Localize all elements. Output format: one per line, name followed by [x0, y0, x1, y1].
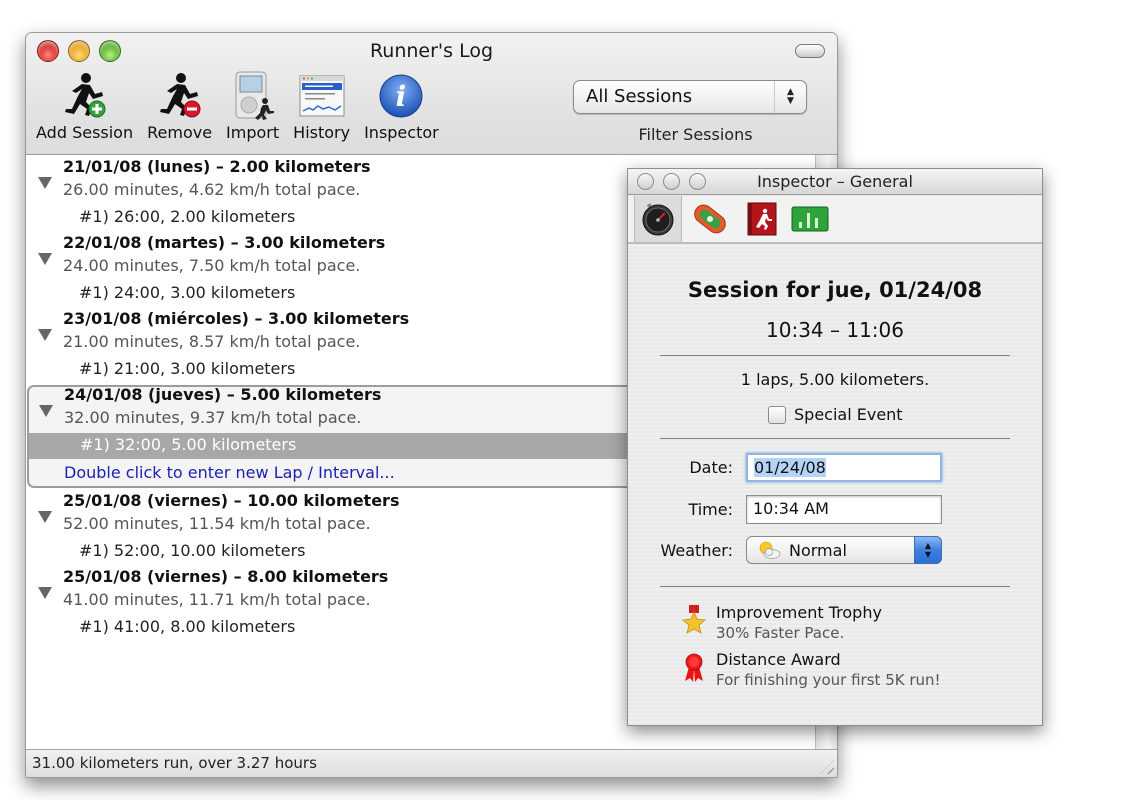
window-titlebar: Runner's Log Add Session Remove Import H…	[26, 33, 837, 155]
session-title: 25/01/08 (viernes) – 10.00 kilometers	[63, 491, 400, 510]
disclosure-triangle-icon[interactable]	[38, 253, 52, 265]
tab-log[interactable]	[738, 196, 786, 242]
lap-row[interactable]: #1) 21:00, 3.00 kilometers	[79, 359, 295, 385]
weather-popup[interactable]: Normal ▲ ▼	[746, 536, 942, 564]
weather-row: Weather: Normal ▲ ▼	[628, 536, 1042, 566]
divider	[660, 438, 1010, 439]
session-summary: 21.00 minutes, 8.57 km/h total pace.	[63, 332, 361, 351]
disclosure-triangle-icon[interactable]	[39, 405, 53, 417]
bar-chart-icon	[791, 206, 829, 232]
session-heading: Session for jue, 01/24/08	[687, 278, 983, 302]
disclosure-triangle-icon[interactable]	[38, 511, 52, 523]
session-title: 21/01/08 (lunes) – 2.00 kilometers	[63, 157, 371, 176]
session-title: 24/01/08 (jueves) – 5.00 kilometers	[64, 385, 382, 404]
award-description: For finishing your first 5K run!	[716, 671, 941, 689]
inspector-button[interactable]: i Inspector	[364, 71, 439, 142]
remove-label: Remove	[147, 123, 213, 142]
session-summary: 41.00 minutes, 11.71 km/h total pace.	[63, 590, 371, 609]
session-time-range: 10:34 – 11:06	[766, 318, 904, 342]
filter-sessions-label: Filter Sessions	[638, 125, 753, 144]
add-session-label: Add Session	[36, 123, 134, 142]
inspector-label: Inspector	[364, 123, 439, 142]
date-label: Date:	[689, 458, 733, 477]
session-summary: 52.00 minutes, 11.54 km/h total pace.	[63, 514, 371, 533]
special-event-checkbox[interactable]: Special Event	[768, 405, 903, 424]
inspector-panel: Inspector – General Session for jue, 01/…	[627, 168, 1043, 726]
lap-row[interactable]: #1) 26:00, 2.00 kilometers	[79, 207, 295, 233]
inspector-title: Inspector – General	[757, 172, 913, 191]
session-title: 23/01/08 (miércoles) – 3.00 kilometers	[63, 309, 410, 328]
session-summary: 32.00 minutes, 9.37 km/h total pace.	[64, 408, 362, 427]
award-description: 30% Faster Pace.	[716, 624, 845, 642]
add-session-button[interactable]: Add Session	[36, 71, 133, 142]
award-title: Improvement Trophy	[716, 603, 882, 622]
history-label: History	[293, 123, 351, 142]
add-lap-hint[interactable]: Double click to enter new Lap / Interval…	[64, 463, 395, 482]
import-button[interactable]: Import	[226, 71, 279, 142]
inspector-titlebar: Inspector – General	[628, 169, 1042, 195]
disclosure-triangle-icon[interactable]	[38, 587, 52, 599]
weather-label: Weather:	[660, 541, 733, 560]
runner-book-icon	[747, 202, 777, 236]
resize-grip-icon[interactable]	[820, 760, 834, 774]
history-window-icon	[298, 71, 346, 121]
award-item: Improvement Trophy 30% Faster Pace.	[680, 603, 882, 643]
special-event-label: Special Event	[794, 405, 903, 424]
time-label: Time:	[688, 500, 733, 519]
inspector-tabbar	[628, 196, 1042, 244]
weather-value: Normal	[789, 541, 847, 560]
disclosure-triangle-icon[interactable]	[38, 177, 52, 189]
session-title: 25/01/08 (viernes) – 8.00 kilometers	[63, 567, 389, 586]
divider	[660, 586, 1010, 587]
window-title: Runner's Log	[369, 40, 494, 62]
date-value: 01/24/08	[754, 458, 826, 477]
filter-selected-value: All Sessions	[586, 86, 693, 107]
partly-sunny-icon	[759, 541, 781, 559]
status-text: 31.00 kilometers run, over 3.27 hours	[32, 754, 317, 772]
svg-text:i: i	[396, 80, 407, 113]
date-field[interactable]: 01/24/08	[746, 453, 942, 482]
filter-sessions-popup[interactable]: All Sessions ▲ ▼	[573, 80, 807, 114]
import-label: Import	[226, 123, 280, 142]
status-bar: 31.00 kilometers run, over 3.27 hours	[26, 749, 837, 777]
disclosure-triangle-icon[interactable]	[38, 329, 52, 341]
laps-summary: 1 laps, 5.00 kilometers.	[740, 370, 930, 389]
date-row: Date: 01/24/08	[628, 453, 1042, 483]
lap-row[interactable]: #1) 24:00, 3.00 kilometers	[79, 283, 295, 309]
session-summary: 26.00 minutes, 4.62 km/h total pace.	[63, 180, 361, 199]
track-icon	[694, 204, 726, 234]
lap-row[interactable]: #1) 41:00, 8.00 kilometers	[79, 617, 295, 643]
star-trophy-icon	[680, 603, 708, 637]
updown-arrows-icon: ▲ ▼	[774, 81, 806, 113]
history-button[interactable]: History	[293, 71, 350, 142]
session-title: 22/01/08 (martes) – 3.00 kilometers	[63, 233, 386, 252]
info-icon: i	[377, 71, 425, 121]
time-value: 10:34 AM	[753, 499, 829, 518]
stopwatch-icon	[642, 203, 674, 236]
lap-row[interactable]: #1) 52:00, 10.00 kilometers	[79, 541, 306, 567]
award-title: Distance Award	[716, 650, 841, 669]
remove-button[interactable]: Remove	[147, 71, 212, 142]
tab-stats[interactable]	[786, 196, 834, 242]
updown-arrows-icon: ▲ ▼	[914, 536, 942, 564]
tab-general[interactable]	[634, 196, 682, 242]
runner-remove-icon	[156, 71, 204, 121]
time-field[interactable]: 10:34 AM	[746, 495, 942, 524]
award-item: Distance Award For finishing your first …	[680, 650, 941, 690]
tab-track[interactable]	[686, 196, 734, 242]
checkbox-box[interactable]	[768, 405, 786, 424]
divider	[660, 355, 1010, 356]
session-summary: 24.00 minutes, 7.50 km/h total pace.	[63, 256, 361, 275]
toolbar: Add Session Remove Import History i Insp…	[36, 71, 453, 142]
ribbon-award-icon	[680, 650, 708, 684]
time-row: Time: 10:34 AM	[628, 495, 1042, 525]
lap-text: #1) 32:00, 5.00 kilometers	[80, 435, 297, 454]
runner-add-icon	[61, 71, 109, 121]
toolbar-toggle-button[interactable]	[795, 44, 825, 58]
ipod-import-icon	[229, 71, 277, 121]
